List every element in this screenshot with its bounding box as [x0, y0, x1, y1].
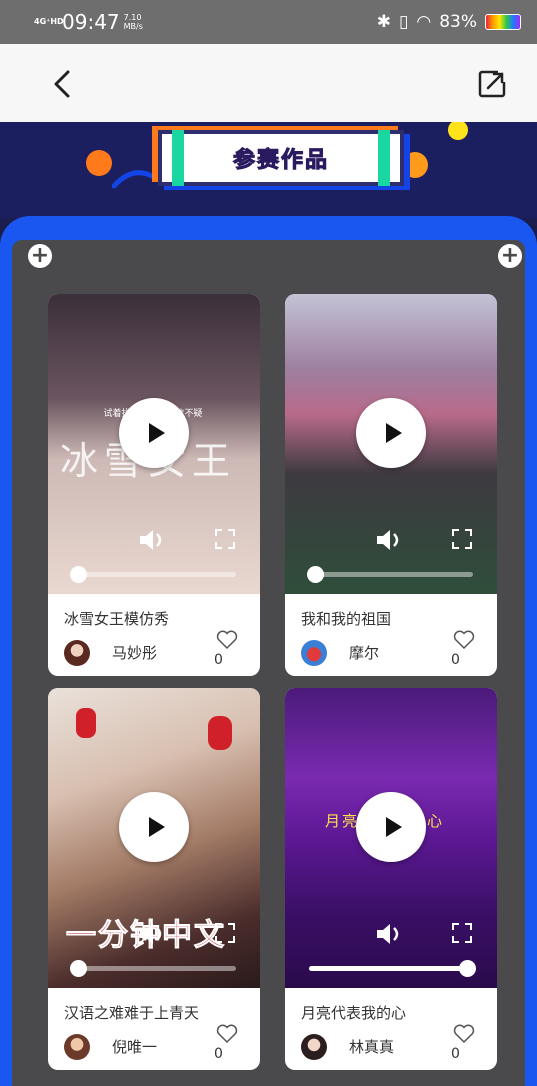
play-button[interactable]: [119, 398, 189, 468]
status-time: 09:47: [62, 10, 120, 34]
like-count: 0: [451, 652, 460, 668]
fullscreen-icon[interactable]: [451, 528, 473, 550]
progress-knob[interactable]: [70, 960, 87, 977]
heart-icon[interactable]: [453, 1024, 475, 1044]
work-title: 汉语之难难于上青天: [64, 1004, 200, 1022]
progress-knob[interactable]: [459, 960, 476, 977]
video-player[interactable]: 月亮代表我的心: [285, 688, 497, 988]
back-icon: [54, 70, 70, 98]
heart-icon[interactable]: [453, 630, 475, 650]
works-panel: + + 试着找回回忆，相信不疑 冰雪女王 冰雪女王模仿秀 马妙彤 0 我和我的祖…: [12, 240, 525, 1086]
author-name: 林真真: [349, 1038, 395, 1056]
vibrate-icon: ▯: [399, 12, 409, 32]
bluetooth-icon: ✱: [376, 12, 391, 32]
work-title: 冰雪女王模仿秀: [64, 610, 170, 628]
net-speed: 7.10 MB/s: [123, 13, 143, 31]
author-name: 摩尔: [349, 644, 380, 662]
work-title: 我和我的祖国: [301, 610, 392, 628]
author-name: 倪唯一: [112, 1038, 158, 1056]
battery-percent: 83%: [439, 12, 477, 32]
heart-icon[interactable]: [216, 1024, 238, 1044]
network-indicator: 4G⁺HD: [34, 17, 64, 26]
video-player[interactable]: 一分钟中文: [48, 688, 260, 988]
work-title: 月亮代表我的心: [301, 1004, 407, 1022]
share-button[interactable]: [474, 66, 510, 102]
play-icon: [148, 817, 165, 837]
work-card[interactable]: 月亮代表我的心 月亮代表我的心 林真真 0: [285, 688, 497, 1070]
play-button[interactable]: [356, 398, 426, 468]
fullscreen-icon[interactable]: [451, 922, 473, 944]
play-icon: [385, 423, 402, 443]
video-progress[interactable]: [307, 566, 473, 583]
status-icons: ✱ ▯ ◠ 83%: [377, 12, 521, 32]
volume-icon[interactable]: [375, 528, 405, 552]
banner-title: 参赛作品: [232, 148, 329, 174]
plus-icon: +: [28, 244, 52, 268]
lantern-decor: [76, 708, 96, 738]
avatar: [64, 1034, 90, 1060]
decor-dot: [86, 150, 112, 176]
play-icon: [148, 423, 165, 443]
video-progress[interactable]: [70, 960, 236, 977]
share-icon: [478, 70, 506, 98]
progress-knob[interactable]: [70, 566, 87, 583]
work-card[interactable]: 我和我的祖国 摩尔 0: [285, 294, 497, 676]
video-player[interactable]: [285, 294, 497, 594]
back-button[interactable]: [46, 66, 82, 102]
progress-knob[interactable]: [307, 566, 324, 583]
decor-dot: [402, 152, 428, 178]
video-progress[interactable]: [70, 566, 236, 583]
volume-icon[interactable]: [375, 922, 405, 946]
fullscreen-icon[interactable]: [214, 922, 236, 944]
plus-icon: +: [498, 244, 522, 268]
banner-title-box: 参赛作品: [158, 130, 404, 186]
work-card[interactable]: 一分钟中文 汉语之难难于上青天 倪唯一 0: [48, 688, 260, 1070]
fullscreen-icon[interactable]: [214, 528, 236, 550]
wifi-icon: ◠: [416, 12, 432, 32]
avatar: [64, 640, 90, 666]
volume-icon[interactable]: [138, 528, 168, 552]
play-button[interactable]: [119, 792, 189, 862]
video-progress[interactable]: [309, 960, 476, 977]
battery-icon: [485, 14, 521, 30]
avatar: [301, 640, 327, 666]
section-banner: 参赛作品: [0, 122, 537, 218]
like-count: 0: [451, 1046, 460, 1062]
decor-dot: [448, 122, 468, 140]
video-player[interactable]: 试着找回回忆，相信不疑 冰雪女王: [48, 294, 260, 594]
author-name: 马妙彤: [112, 644, 158, 662]
like-count: 0: [214, 1046, 223, 1062]
lantern-decor: [208, 716, 232, 750]
play-icon: [385, 817, 402, 837]
work-card[interactable]: 试着找回回忆，相信不疑 冰雪女王 冰雪女王模仿秀 马妙彤 0: [48, 294, 260, 676]
status-bar: 4G⁺HD 09:47 7.10 MB/s ✱ ▯ ◠ 83%: [0, 0, 537, 44]
nav-bar: [0, 44, 537, 122]
volume-icon[interactable]: [138, 922, 168, 946]
heart-icon[interactable]: [216, 630, 238, 650]
like-count: 0: [214, 652, 223, 668]
avatar: [301, 1034, 327, 1060]
play-button[interactable]: [356, 792, 426, 862]
